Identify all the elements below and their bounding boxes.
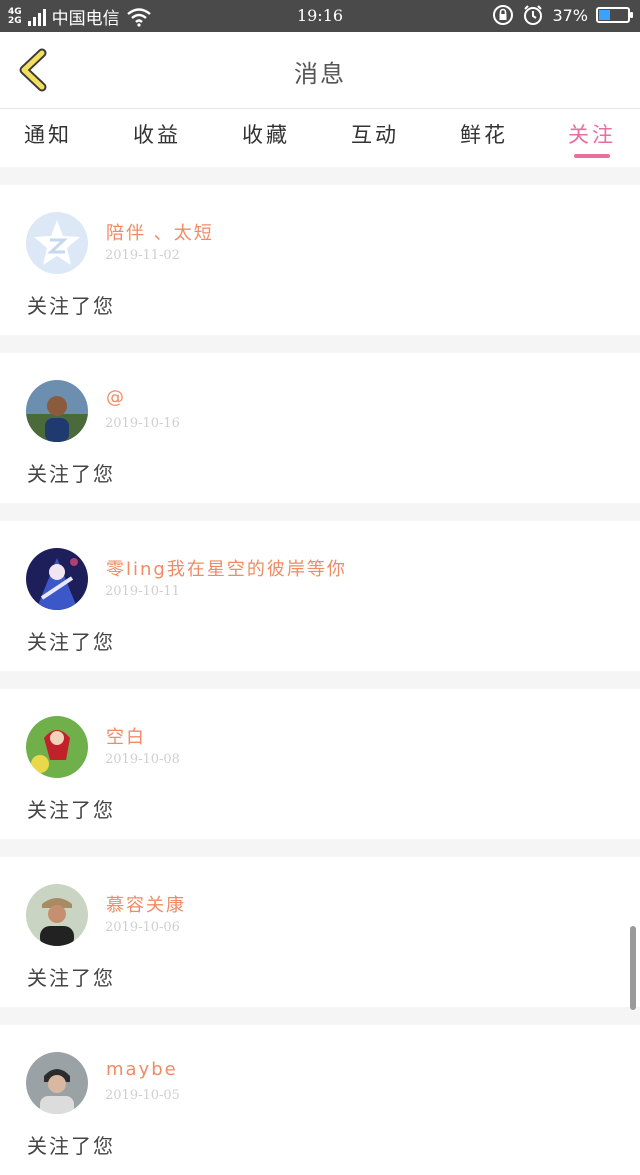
active-tab-indicator (574, 154, 610, 158)
user-name[interactable]: 零ling我在星空的彼岸等你 (106, 555, 347, 581)
follow-message: 关注了您 (27, 966, 115, 990)
follow-message: 关注了您 (27, 798, 115, 822)
follow-message: 关注了您 (27, 630, 115, 654)
photo-avatar-icon (26, 380, 88, 442)
follow-message: 关注了您 (27, 294, 115, 318)
follow-message: 关注了您 (27, 1134, 115, 1158)
lock-rotation-icon (493, 5, 514, 25)
tab-flowers[interactable]: 鲜花 (434, 119, 534, 149)
list-item[interactable]: 空白 2019-10-08 关注了您 (0, 689, 640, 839)
follow-date: 2019-10-11 (105, 584, 180, 599)
anime-girl-avatar-icon (26, 716, 88, 778)
avatar[interactable] (26, 548, 88, 610)
battery-icon (596, 7, 633, 23)
battery-percent: 37% (552, 5, 588, 25)
avatar[interactable] (26, 884, 88, 946)
tab-follows[interactable]: 关注 (542, 119, 640, 149)
header: 消息 (0, 32, 640, 109)
scrollbar[interactable] (630, 926, 636, 1010)
avatar[interactable] (26, 1052, 88, 1114)
list-item[interactable]: 慕容关康 2019-10-06 关注了您 (0, 857, 640, 1007)
avatar[interactable] (26, 212, 88, 274)
tab-bar: 通知 收益 收藏 互动 鲜花 关注 (0, 109, 640, 167)
follow-date: 2019-10-16 (105, 416, 180, 431)
follow-date: 2019-10-08 (105, 752, 180, 767)
follow-message: 关注了您 (27, 462, 115, 486)
follow-date: 2019-11-02 (105, 248, 180, 263)
tab-favorites[interactable]: 收藏 (216, 119, 316, 149)
alarm-icon (524, 5, 543, 25)
list-item[interactable]: 陪伴 、太短 2019-11-02 关注了您 (0, 185, 640, 335)
page-title: 消息 (294, 60, 346, 88)
photo-avatar-icon (26, 884, 88, 946)
tab-notifications[interactable]: 通知 (0, 119, 98, 149)
list-item[interactable]: @ 2019-10-16 关注了您 (0, 353, 640, 503)
user-name[interactable]: maybe (106, 1059, 178, 1080)
avatar[interactable] (26, 380, 88, 442)
follow-list: 陪伴 、太短 2019-11-02 关注了您 @ 2019-10-16 关注了您 (0, 167, 640, 1175)
anime-avatar-icon (26, 548, 88, 610)
list-item[interactable]: maybe 2019-10-05 关注了您 (0, 1025, 640, 1175)
default-qzone-avatar-icon (26, 212, 88, 274)
photo-avatar-icon (26, 1052, 88, 1114)
user-name[interactable]: @ (106, 387, 126, 408)
tab-interactions[interactable]: 互动 (325, 119, 425, 149)
user-name[interactable]: 慕容关康 (106, 891, 186, 917)
user-name[interactable]: 陪伴 、太短 (106, 219, 214, 245)
tab-earnings[interactable]: 收益 (107, 119, 207, 149)
battery-fill (599, 10, 611, 20)
follow-date: 2019-10-06 (105, 920, 180, 935)
list-item[interactable]: 零ling我在星空的彼岸等你 2019-10-11 关注了您 (0, 521, 640, 671)
avatar[interactable] (26, 716, 88, 778)
user-name[interactable]: 空白 (106, 723, 146, 749)
status-bar: 4G 2G 中国电信 19:16 37% (0, 0, 640, 32)
follow-date: 2019-10-05 (105, 1088, 180, 1103)
status-right: 37% (492, 4, 633, 26)
